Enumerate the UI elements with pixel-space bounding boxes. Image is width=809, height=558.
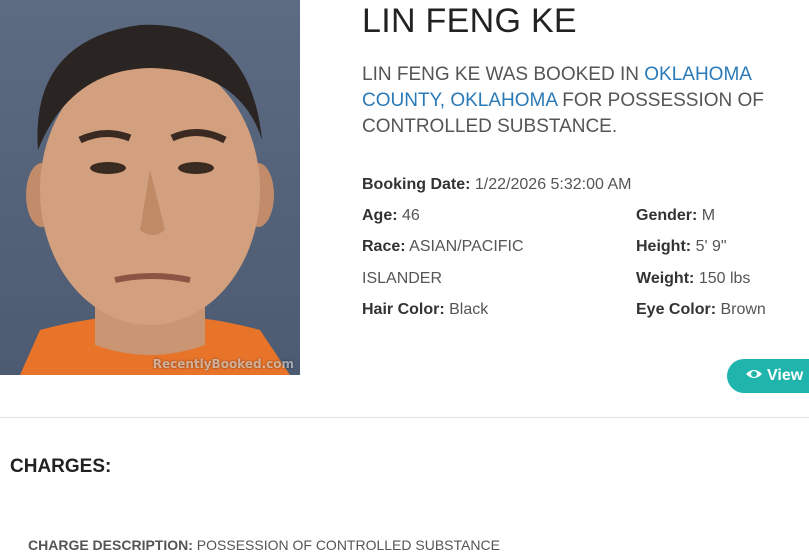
booking-date-row: Booking Date: 1/22/2026 5:32:00 AM xyxy=(362,176,631,194)
eye-color-row: Eye Color: Brown xyxy=(636,301,766,319)
booking-date-label: Booking Date: xyxy=(362,176,471,193)
mugshot-image xyxy=(20,24,290,375)
hair-color-value: Black xyxy=(449,301,489,318)
section-divider xyxy=(0,417,809,418)
race-label: Race: xyxy=(362,238,406,255)
booking-summary: LIN FENG KE WAS BOOKED IN OKLAHOMA COUNT… xyxy=(362,62,807,140)
hair-color-row: Hair Color: Black xyxy=(362,301,488,319)
height-value: 5' 9" xyxy=(695,238,727,255)
race-value-continued: ISLANDER xyxy=(362,270,443,287)
eye-color-label: Eye Color: xyxy=(636,301,717,318)
age-value: 46 xyxy=(402,207,420,224)
height-row: Height: 5' 9" xyxy=(636,238,727,256)
gender-label: Gender: xyxy=(636,207,698,224)
charge-description: CHARGE DESCRIPTION: POSSESSION OF CONTRO… xyxy=(28,537,500,553)
weight-label: Weight: xyxy=(636,270,695,287)
mugshot-photo: RecentlyBooked.com xyxy=(0,0,300,375)
age-label: Age: xyxy=(362,207,398,224)
eye-color-value: Brown xyxy=(720,301,766,318)
charge-description-label: CHARGE DESCRIPTION: xyxy=(28,537,193,553)
weight-row: Weight: 150 lbs xyxy=(636,270,750,288)
gender-value: M xyxy=(701,207,716,224)
weight-value: 150 lbs xyxy=(698,270,751,287)
view-button[interactable]: View xyxy=(727,359,809,393)
view-button-label: View xyxy=(767,367,804,385)
race-row-continued: ISLANDER xyxy=(362,270,442,288)
race-value: ASIAN/PACIFIC xyxy=(409,238,524,255)
booking-date-value: 1/22/2026 5:32:00 AM xyxy=(474,176,632,193)
summary-prefix: LIN FENG KE WAS BOOKED IN xyxy=(362,64,645,85)
age-row: Age: 46 xyxy=(362,207,420,225)
charge-description-value: POSSESSION OF CONTROLLED SUBSTANCE xyxy=(196,537,500,553)
race-row: Race: ASIAN/PACIFIC xyxy=(362,238,524,256)
eye-icon xyxy=(745,359,763,393)
hair-color-label: Hair Color: xyxy=(362,301,445,318)
person-name: LIN FENG KE xyxy=(362,2,577,40)
charges-heading: CHARGES: xyxy=(10,456,112,477)
height-label: Height: xyxy=(636,238,692,255)
photo-watermark: RecentlyBooked.com xyxy=(152,357,294,371)
gender-row: Gender: M xyxy=(636,207,715,225)
